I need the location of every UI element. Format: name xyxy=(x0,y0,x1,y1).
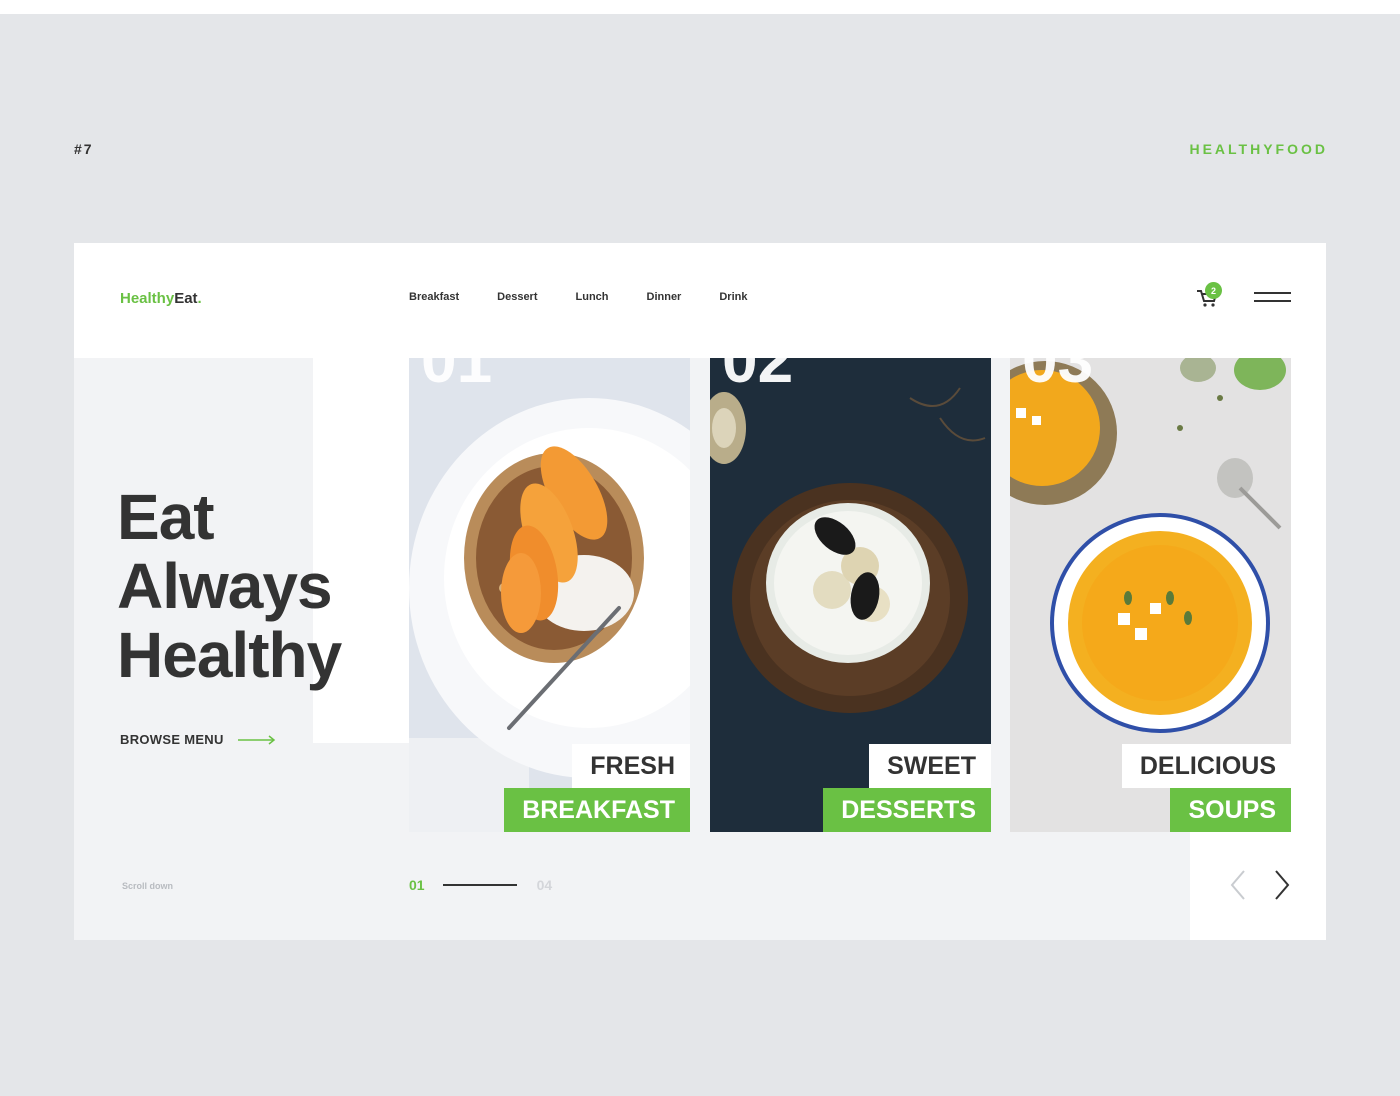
arrow-right-icon xyxy=(237,734,275,745)
card-label-bottom: BREAKFAST xyxy=(504,788,690,832)
scroll-down-label[interactable]: Scroll down xyxy=(122,881,173,891)
browse-menu-link[interactable]: BROWSE MENU xyxy=(120,732,276,747)
card-breakfast[interactable]: 01 FRESH BREAKFAST xyxy=(409,358,690,832)
logo-dot: . xyxy=(197,290,202,307)
card-number: 01 xyxy=(421,358,493,396)
nav-lunch[interactable]: Lunch xyxy=(576,291,609,303)
main-nav: Breakfast Dessert Lunch Dinner Drink xyxy=(409,291,785,303)
hamburger-icon[interactable] xyxy=(1254,290,1291,304)
chevron-left-icon[interactable] xyxy=(1226,869,1250,901)
card-label-bottom: DESSERTS xyxy=(823,788,991,832)
card-label-top: SWEET xyxy=(869,744,991,788)
card-label-top: FRESH xyxy=(572,744,690,788)
brand-tag: HEALTHYFOOD xyxy=(1189,141,1328,157)
logo[interactable]: HealthyEat. xyxy=(120,290,202,307)
card-soups[interactable]: 03 DELICIOUS SOUPS xyxy=(1010,358,1291,832)
hero-headline: Eat Always Healthy xyxy=(117,481,342,691)
shot-number: #7 xyxy=(74,141,94,157)
headline-line-3: Healthy xyxy=(117,619,342,691)
pager-current: 01 xyxy=(409,877,425,893)
website-frame: HealthyEat. Breakfast Dessert Lunch Dinn… xyxy=(74,243,1326,940)
pager-total: 04 xyxy=(536,877,553,893)
logo-healthy: Healthy xyxy=(120,290,175,307)
logo-eat: Eat xyxy=(174,290,198,307)
card-label-top: DELICIOUS xyxy=(1121,744,1291,788)
browse-menu-label: BROWSE MENU xyxy=(120,732,224,747)
headline-line-2: Always xyxy=(117,550,333,622)
nav-dessert[interactable]: Dessert xyxy=(497,291,537,303)
headline-line-1: Eat xyxy=(117,481,215,553)
card-number: 02 xyxy=(722,358,794,396)
card-label-bottom: SOUPS xyxy=(1170,788,1291,832)
cart-count-badge: 2 xyxy=(1205,282,1222,299)
nav-breakfast[interactable]: Breakfast xyxy=(409,291,459,303)
slide-pager: 01 04 xyxy=(409,877,552,893)
pager-line xyxy=(442,884,517,886)
card-number: 03 xyxy=(1022,358,1094,396)
chevron-right-icon[interactable] xyxy=(1270,869,1294,901)
card-desserts[interactable]: 02 SWEET DESSERTS xyxy=(710,358,991,832)
nav-dinner[interactable]: Dinner xyxy=(647,291,682,303)
nav-drink[interactable]: Drink xyxy=(719,291,747,303)
top-strip xyxy=(0,0,1400,14)
